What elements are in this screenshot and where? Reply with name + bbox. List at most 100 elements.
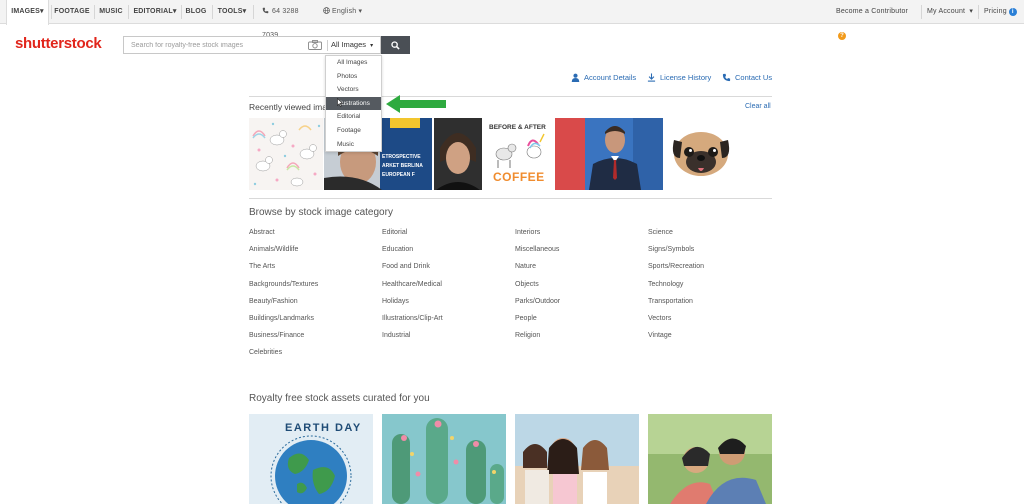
friends-photo (515, 414, 639, 504)
nav-blog[interactable]: BLOG (183, 0, 209, 24)
globe-icon (323, 7, 330, 14)
category-link-miscellaneous[interactable]: Miscellaneous (515, 245, 645, 262)
category-link-editorial[interactable]: Editorial (382, 228, 512, 245)
camera-icon[interactable] (308, 40, 322, 50)
category-link-transportation[interactable]: Transportation (648, 297, 778, 314)
unicorn-pattern-image (252, 122, 321, 187)
nav-music[interactable]: MUSIC (96, 0, 126, 24)
category-link-technology[interactable]: Technology (648, 280, 778, 297)
search-input[interactable] (124, 37, 304, 53)
user-icon (571, 73, 580, 82)
info-icon: i (1008, 8, 1017, 16)
dropdown-option-vectors[interactable]: Vectors (326, 83, 381, 97)
image-type-label: All Images (331, 40, 367, 49)
category-link-beauty[interactable]: Beauty/Fashion (249, 297, 379, 314)
phone-link[interactable]: 64 3288 7039 (262, 0, 316, 39)
search-icon (391, 41, 400, 50)
category-link-healthcare[interactable]: Healthcare/Medical (382, 280, 512, 297)
recent-thumb-pug[interactable] (668, 118, 734, 190)
nav-editorial[interactable]: EDITORIAL▾ (130, 0, 180, 24)
search-button[interactable] (381, 36, 410, 54)
download-icon (647, 73, 656, 82)
cactus-pattern-image (382, 414, 506, 504)
pug-illustration (672, 132, 730, 176)
shutterstock-logo[interactable]: shutterstock (15, 35, 102, 52)
category-link-interiors[interactable]: Interiors (515, 228, 645, 245)
dropdown-option-editorial[interactable]: Editorial (326, 110, 381, 124)
category-link-food[interactable]: Food and Drink (382, 262, 512, 279)
category-link-people[interactable]: People (515, 314, 645, 331)
image-type-dropdown: All Images Photos Vectors Illustrations … (325, 55, 382, 152)
nav-divider (212, 5, 213, 19)
my-account-menu[interactable]: My Account ▾ (927, 0, 975, 24)
couple-photo (648, 414, 772, 504)
category-link-buildings[interactable]: Buildings/Landmarks (249, 314, 379, 331)
nav-images[interactable]: IMAGES▾ (6, 0, 49, 25)
search-divider (327, 40, 328, 51)
nav-divider (978, 5, 979, 19)
category-link-signs[interactable]: Signs/Symbols (648, 245, 778, 262)
curated-card-couple[interactable] (648, 414, 772, 504)
dropdown-option-music[interactable]: Music (326, 138, 381, 152)
pricing-link[interactable]: Pricing i (984, 0, 1024, 24)
recent-thumb-unicorns[interactable] (249, 118, 323, 190)
retro-text-3: EUROPEAN F (382, 172, 415, 178)
category-link-arts[interactable]: The Arts (249, 262, 379, 279)
portrait-photo (434, 118, 482, 190)
nav-divider (253, 5, 254, 19)
language-selector[interactable]: English ▾ (323, 0, 363, 24)
category-link-religion[interactable]: Religion (515, 331, 645, 348)
help-icon: ? (838, 32, 846, 40)
nav-divider (128, 5, 129, 19)
dropdown-option-footage[interactable]: Footage (326, 124, 381, 138)
curated-card-friends[interactable] (515, 414, 639, 504)
category-link-science[interactable]: Science (648, 228, 778, 245)
category-link-parks[interactable]: Parks/Outdoor (515, 297, 645, 314)
nav-divider (921, 5, 922, 19)
nav-divider (94, 5, 95, 19)
category-column-4: Science Signs/Symbols Sports/Recreation … (648, 228, 778, 348)
category-link-industrial[interactable]: Industrial (382, 331, 512, 348)
recent-thumb-coffee[interactable]: BEFORE & AFTER COFFEE (486, 118, 552, 190)
pricing-label: Pricing (984, 8, 1007, 15)
category-link-abstract[interactable]: Abstract (249, 228, 379, 245)
retro-text-2: ARKET BERLINA (382, 163, 423, 169)
portrait-photo (555, 118, 663, 190)
curated-card-cactus[interactable] (382, 414, 506, 504)
category-link-celebrities[interactable]: Celebrities (249, 348, 379, 365)
my-account-label: My Account (927, 8, 966, 15)
search-bar: All Images ▾ (123, 36, 381, 54)
contact-us-label: Contact Us (735, 73, 773, 82)
image-type-select[interactable]: All Images ▾ (331, 37, 373, 53)
mouse-cursor-icon (337, 98, 343, 107)
category-link-vectors[interactable]: Vectors (648, 314, 778, 331)
nav-footage[interactable]: FOOTAGE (52, 0, 92, 24)
category-link-vintage[interactable]: Vintage (648, 331, 778, 348)
dropdown-option-all-images[interactable]: All Images (326, 56, 381, 70)
nav-divider (181, 5, 182, 19)
recent-thumb-portrait[interactable] (434, 118, 482, 190)
category-link-backgrounds[interactable]: Backgrounds/Textures (249, 280, 379, 297)
language-label: English ▾ (332, 8, 363, 15)
curated-card-earth-day[interactable]: EARTH DAY (249, 414, 373, 504)
earth-day-text: EARTH DAY (285, 422, 362, 434)
category-link-education[interactable]: Education (382, 245, 512, 262)
category-link-sports[interactable]: Sports/Recreation (648, 262, 778, 279)
clear-all-link[interactable]: Clear all (745, 103, 771, 110)
category-link-business[interactable]: Business/Finance (249, 331, 379, 348)
chevron-down-icon: ▾ (969, 8, 974, 15)
category-link-illustrations[interactable]: Illustrations/Clip-Art (382, 314, 512, 331)
browse-categories-heading: Browse by stock image category (249, 207, 393, 218)
chevron-down-icon: ▾ (370, 43, 374, 49)
dropdown-option-illustrations[interactable]: Illustrations (326, 96, 381, 111)
nav-tools[interactable]: TOOLS▾ (214, 0, 250, 24)
category-link-objects[interactable]: Objects (515, 280, 645, 297)
recent-thumb-press[interactable] (555, 118, 663, 190)
green-arrow-icon (386, 95, 446, 113)
category-link-nature[interactable]: Nature (515, 262, 645, 279)
category-link-holidays[interactable]: Holidays (382, 297, 512, 314)
become-contributor-link[interactable]: Become a Contributor? (836, 0, 916, 40)
dropdown-option-photos[interactable]: Photos (326, 70, 381, 84)
contributor-label: Become a Contributor (836, 8, 909, 15)
category-link-animals[interactable]: Animals/Wildlife (249, 245, 379, 262)
